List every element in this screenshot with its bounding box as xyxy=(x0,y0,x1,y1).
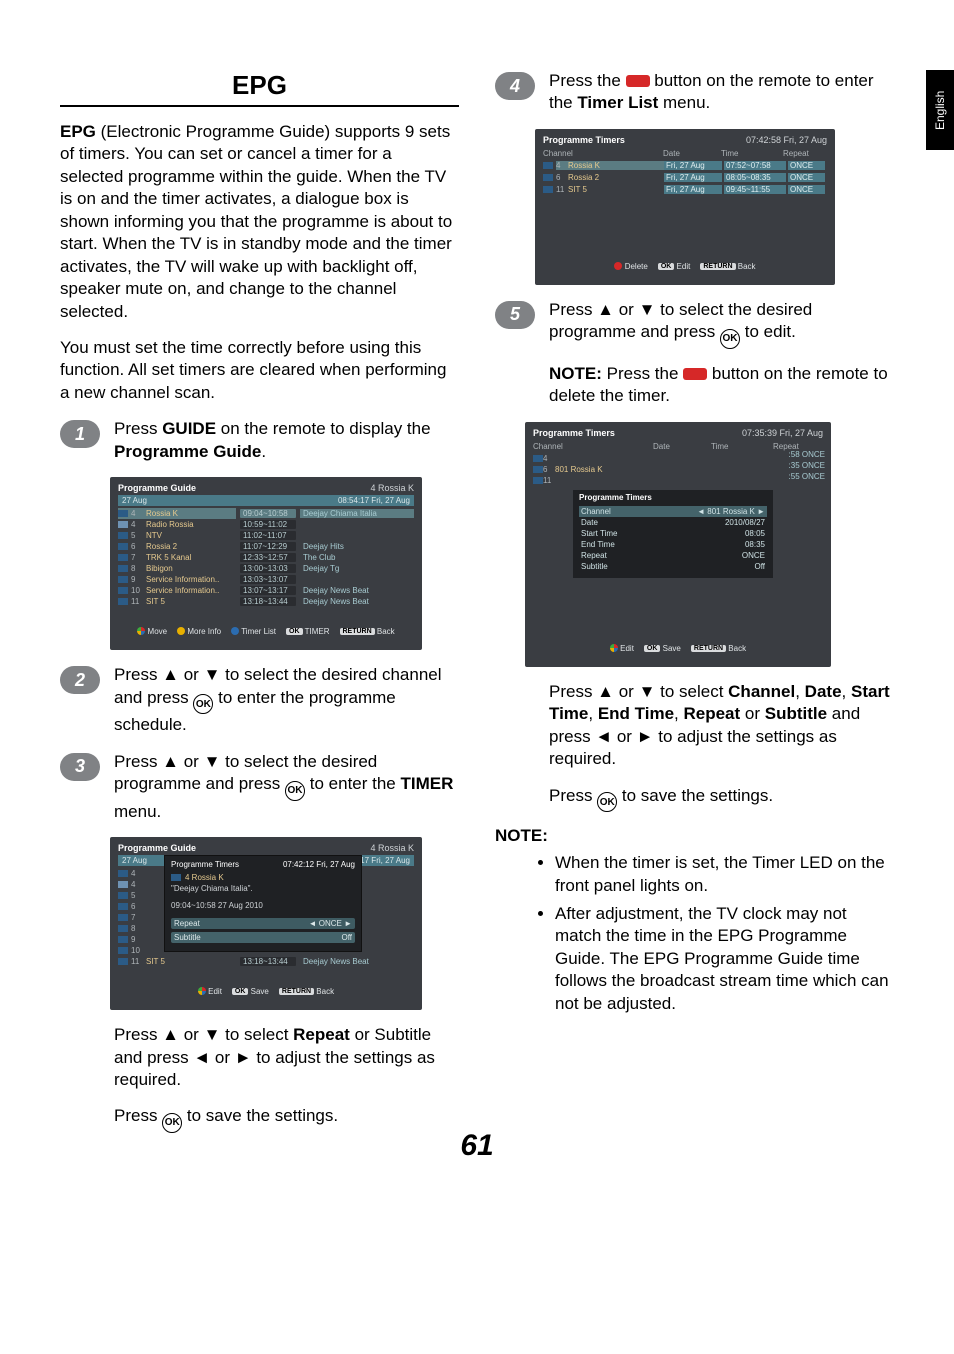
ok-icon: OK xyxy=(597,792,617,812)
intro-paragraph-2: You must set the time correctly before u… xyxy=(60,337,459,404)
ok-icon: OK xyxy=(720,329,740,349)
step-5: 5 Press ▲ or ▼ to select the desired pro… xyxy=(495,299,894,349)
notes-heading: NOTE: xyxy=(495,826,894,846)
note-item: When the timer is set, the Timer LED on … xyxy=(555,852,894,897)
intro-text-1: (Electronic Programme Guide) supports 9 … xyxy=(60,122,452,321)
programme-guide-screenshot-2: Programme Guide4 Rossia K27 Aug08:54:17 … xyxy=(110,837,422,1010)
step-4-text: Press the button on the remote to enter … xyxy=(549,70,894,115)
programme-guide-screenshot-1: Programme Guide4 Rossia K27 Aug08:54:17 … xyxy=(110,477,422,650)
left-column: EPG EPG (Electronic Programme Guide) sup… xyxy=(60,70,459,1147)
section-rule xyxy=(60,105,459,107)
intro-epg-bold: EPG xyxy=(60,122,96,141)
step-2-text: Press ▲ or ▼ to select the desired chann… xyxy=(114,664,459,736)
ok-icon: OK xyxy=(285,781,305,801)
notes-list: When the timer is set, the Timer LED on … xyxy=(555,852,894,1015)
step-badge-2: 2 xyxy=(60,666,100,694)
page-number: 61 xyxy=(0,1129,954,1163)
right-column: 4 Press the button on the remote to ente… xyxy=(495,70,894,1147)
ok-icon: OK xyxy=(193,694,213,714)
note-item: After adjustment, the TV clock may not m… xyxy=(555,903,894,1015)
red-button-icon xyxy=(683,368,707,380)
programme-timers-screenshot: Programme Timers07:42:58 Fri, 27 AugChan… xyxy=(535,129,835,285)
intro-paragraph-1: EPG (Electronic Programme Guide) support… xyxy=(60,121,459,323)
red-button-icon xyxy=(626,75,650,87)
step-1-text: Press GUIDE on the remote to display the… xyxy=(114,418,459,463)
step-5c-text: Press OK to save the settings. xyxy=(549,785,894,813)
step-1: 1 Press GUIDE on the remote to display t… xyxy=(60,418,459,463)
step-2: 2 Press ▲ or ▼ to select the desired cha… xyxy=(60,664,459,736)
language-tab: English xyxy=(926,70,954,150)
step-5-text: Press ▲ or ▼ to select the desired progr… xyxy=(549,299,894,349)
step-badge-4: 4 xyxy=(495,72,535,100)
step-5-note: NOTE: Press the button on the remote to … xyxy=(549,363,894,408)
step-badge-1: 1 xyxy=(60,420,100,448)
step-3-text: Press ▲ or ▼ to select the desired progr… xyxy=(114,751,459,823)
programme-timers-edit-screenshot: Programme Timers07:35:39 Fri, 27 AugChan… xyxy=(525,422,831,667)
section-title: EPG xyxy=(60,70,459,101)
step-5b-text: Press ▲ or ▼ to select Channel, Date, St… xyxy=(549,681,894,771)
step-3b-text: Press ▲ or ▼ to select Repeat or Subtitl… xyxy=(114,1024,459,1091)
step-badge-5: 5 xyxy=(495,301,535,329)
step-badge-3: 3 xyxy=(60,753,100,781)
step-4: 4 Press the button on the remote to ente… xyxy=(495,70,894,115)
step-3: 3 Press ▲ or ▼ to select the desired pro… xyxy=(60,751,459,823)
